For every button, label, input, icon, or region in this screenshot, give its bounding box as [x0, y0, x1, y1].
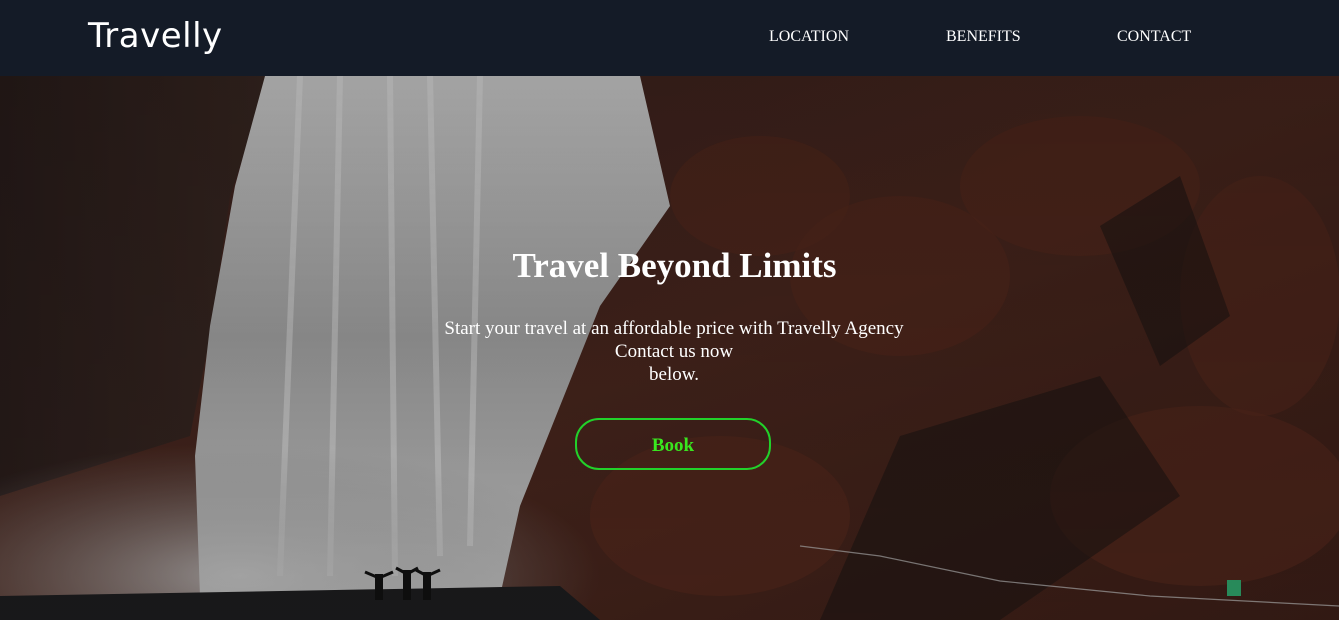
hero-subtitle-line-2: Contact us now	[614, 341, 734, 362]
brand-logo[interactable]: Travelly	[88, 14, 223, 58]
navbar: Travelly LOCATION BENEFITS CONTACT	[0, 0, 1339, 76]
hero-subtitle-line-1: Start your travel at an affordable price…	[444, 318, 904, 339]
nav-link-contact[interactable]: CONTACT	[1117, 27, 1191, 47]
hero-title: Travel Beyond Limits	[512, 246, 837, 285]
hero-subtitle: Start your travel at an affordable price…	[424, 317, 924, 386]
nav-link-benefits[interactable]: BENEFITS	[946, 27, 1021, 47]
nav-link-location[interactable]: LOCATION	[769, 27, 849, 47]
hero-subtitle-line-3: below.	[649, 364, 699, 385]
page: Travelly LOCATION BENEFITS CONTACT Trave…	[0, 0, 1339, 620]
hero-content: Travel Beyond Limits Start your travel a…	[0, 76, 1339, 620]
hero-section: Travel Beyond Limits Start your travel a…	[0, 76, 1339, 620]
book-button[interactable]: Book	[575, 418, 771, 470]
